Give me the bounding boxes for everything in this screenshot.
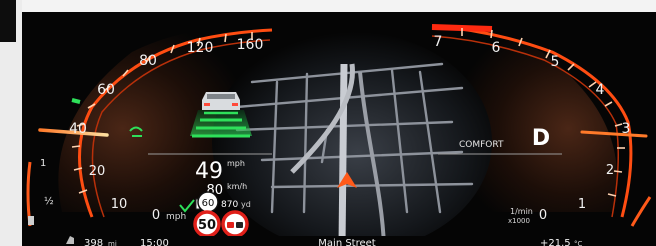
speed-main-unit: mph (227, 159, 245, 168)
fuel-pump-icon (28, 216, 34, 225)
main-route-road (338, 63, 348, 246)
gauge-tick (613, 170, 623, 173)
speedo-tick-label: 160 (237, 37, 264, 53)
limit-distance-unit: yd (241, 200, 251, 209)
speed-secondary-unit: km/h (227, 182, 247, 191)
speed-limit-sign-value: 50 (198, 218, 216, 233)
gauge-tick (224, 33, 227, 43)
gear-indicator: D (532, 126, 550, 151)
tacho-tick-label: 5 (551, 54, 560, 70)
speedo-tick-label: 80 (139, 53, 157, 69)
top-frame-edge (22, 0, 656, 12)
speedo-tick-label: 10 (111, 197, 128, 212)
speed-limit-marker (71, 98, 81, 104)
speed-limit-set-value: 60 (202, 198, 215, 209)
tacho-tick-label: 3 (622, 121, 631, 137)
left-frame-dark-strip (0, 0, 16, 42)
speedo-tick-label: 40 (69, 121, 87, 137)
lead-car-icon (202, 92, 240, 110)
range-unit: mi (108, 240, 117, 246)
tacho-tick-label: 7 (434, 34, 443, 50)
gauge-tick (490, 29, 493, 39)
tacho-tick-label: 6 (492, 40, 501, 56)
no-overtaking-sign-icon (221, 210, 249, 238)
instrument-cluster: 160 120 80 60 40 20 10 0 mph 1 ½ 49 mph … (22, 12, 656, 246)
gauge-tick (71, 145, 81, 148)
speedo-tick-label: 20 (89, 164, 106, 179)
no-overtaking-car-left (227, 222, 234, 228)
clock-time: 15:00 (140, 238, 169, 246)
speedo-tick-label: 0 (152, 208, 160, 223)
cluster-canvas: 160 120 80 60 40 20 10 0 mph 1 ½ 49 mph … (22, 12, 656, 246)
limit-distance-value: 870 (221, 200, 238, 210)
tacho-unit-line1: 1/min (510, 207, 533, 216)
navigation-map (212, 32, 492, 246)
outside-temperature: +21.5 (540, 238, 571, 246)
speed-main-value: 49 (195, 159, 223, 184)
range-value: 398 (84, 238, 103, 246)
fuel-full-label: 1 (40, 158, 46, 169)
tacho-tick-label: 0 (539, 208, 547, 223)
drive-mode-label: COMFORT (459, 140, 504, 150)
speedo-unit-label: mph (166, 212, 186, 222)
temperature-unit: °C (574, 240, 583, 246)
tacho-unit-line2: x1000 (508, 217, 530, 225)
no-overtaking-car-right (236, 222, 243, 228)
fuel-half-label: ½ (44, 195, 54, 207)
tacho-tick-label: 1 (578, 197, 586, 212)
speedo-tick-label: 60 (97, 82, 115, 98)
street-name: Main Street (318, 238, 376, 246)
tacho-tick-label: 2 (606, 163, 614, 178)
tacho-tick-label: 4 (596, 82, 605, 98)
speedo-tick-label: 120 (187, 40, 214, 56)
